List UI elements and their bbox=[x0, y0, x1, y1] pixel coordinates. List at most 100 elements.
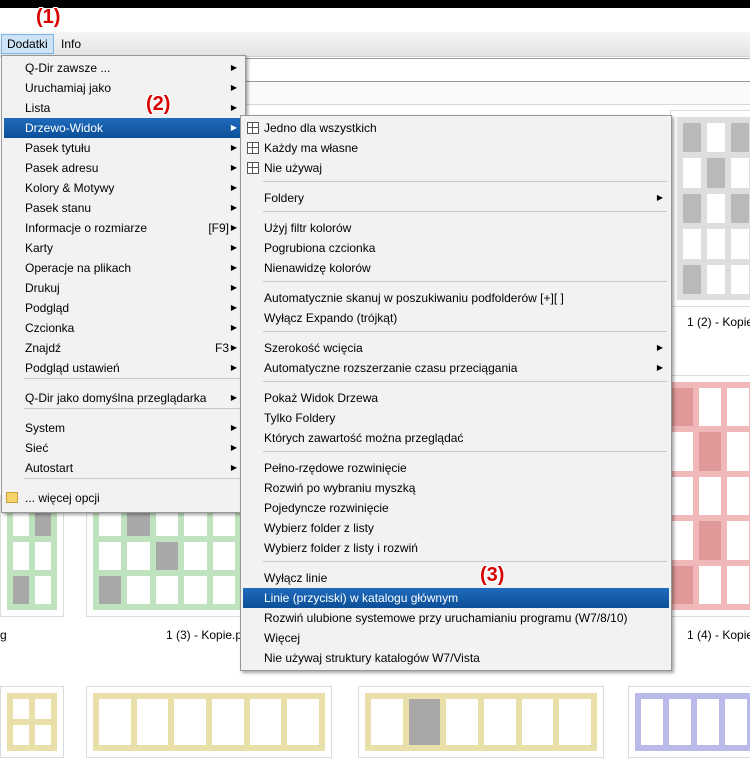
submenu-arrow-icon: ▶ bbox=[230, 83, 237, 92]
menu-separator bbox=[24, 478, 241, 479]
menu2-item-label: Pokaż Widok Drzewa bbox=[264, 391, 379, 405]
menu2-item[interactable]: Nie używaj struktury katalogów W7/Vista bbox=[243, 648, 669, 668]
menu1-item-label: Pasek adresu bbox=[25, 161, 99, 175]
menu-dodatki[interactable]: Dodatki bbox=[1, 34, 54, 54]
caption-kopie-2: 1 (2) - Kopie bbox=[687, 315, 750, 329]
menu1-item[interactable]: Podgląd ▶ bbox=[4, 298, 243, 318]
menu1-item-label: Uruchamiaj jako bbox=[25, 81, 112, 95]
menu-info[interactable]: Info bbox=[56, 35, 86, 53]
submenu-arrow-icon: ▶ bbox=[230, 283, 237, 292]
menu2-item-label: Wybierz folder z listy bbox=[264, 521, 374, 535]
menu1-item[interactable]: Czcionka ▶ bbox=[4, 318, 243, 338]
menu2-item[interactable]: Użyj filtr kolorów bbox=[243, 218, 669, 238]
menu2-item[interactable]: Nienawidzę kolorów bbox=[243, 258, 669, 278]
menu1-item[interactable]: Kolory & Motywy ▶ bbox=[4, 178, 243, 198]
menu-separator bbox=[24, 408, 241, 409]
thumbnail-yellow-3[interactable] bbox=[358, 686, 604, 758]
menu1-item-label: Pasek stanu bbox=[25, 201, 92, 215]
menu1-item-label: Drzewo-Widok bbox=[25, 121, 104, 135]
address-bar[interactable] bbox=[240, 58, 750, 82]
menu2-item[interactable]: Więcej bbox=[243, 628, 669, 648]
window-top-border bbox=[0, 0, 750, 8]
menu2-item-label: Automatycznie skanuj w poszukiwaniu podf… bbox=[264, 291, 564, 305]
menu2-item[interactable]: Automatycznie skanuj w poszukiwaniu podf… bbox=[243, 288, 669, 308]
thumbnail-blue[interactable] bbox=[628, 686, 750, 758]
menu1-item[interactable]: Pasek adresu ▶ bbox=[4, 158, 243, 178]
submenu-arrow-icon: ▶ bbox=[230, 203, 237, 212]
toolbar-strip bbox=[240, 82, 750, 105]
thumbnail-gray[interactable] bbox=[670, 110, 750, 307]
drzewo-widok-submenu: Jedno dla wszystkich Każdy ma własne Nie u… bbox=[240, 115, 672, 671]
menu2-item-label: Pełno-rzędowe rozwinięcie bbox=[264, 461, 407, 475]
menu2-item[interactable]: Tylko Foldery bbox=[243, 408, 669, 428]
tree-layout-icon bbox=[247, 142, 259, 154]
thumbnail-yellow-1[interactable] bbox=[0, 686, 64, 758]
menu1-item[interactable]: System ▶ bbox=[4, 418, 243, 438]
menu1-item[interactable]: Znajdź F3 ▶ bbox=[4, 338, 243, 358]
menu1-item[interactable]: Q-Dir zawsze ... ▶ bbox=[4, 58, 243, 78]
menu-separator bbox=[263, 451, 667, 452]
submenu-arrow-icon: ▶ bbox=[230, 123, 237, 132]
menu2-item[interactable]: Wybierz folder z listy bbox=[243, 518, 669, 538]
menu1-item[interactable]: Pasek tytułu ▶ bbox=[4, 138, 243, 158]
caption-left: g bbox=[0, 628, 7, 642]
menu1-item-label: Podgląd ustawień bbox=[25, 361, 120, 375]
menu-separator bbox=[263, 381, 667, 382]
menu2-item[interactable]: Których zawartość można przeglądać bbox=[243, 428, 669, 448]
menu1-item-label: Sieć bbox=[25, 441, 49, 455]
menu2-item[interactable]: Automatyczne rozszerzanie czasu przeciąg… bbox=[243, 358, 669, 378]
menu2-item[interactable]: Szerokość wcięcia ▶ bbox=[243, 338, 669, 358]
menu2-item-label: Wyłącz linie bbox=[264, 571, 328, 585]
menu2-item[interactable]: Wybierz folder z listy i rozwiń bbox=[243, 538, 669, 558]
menu-separator bbox=[263, 281, 667, 282]
menu1-item[interactable]: Operacje na plikach ▶ bbox=[4, 258, 243, 278]
menu2-item[interactable]: Pokaż Widok Drzewa bbox=[243, 388, 669, 408]
menu2-item-label: Tylko Foldery bbox=[264, 411, 336, 425]
thumbnail-green-left[interactable] bbox=[0, 495, 64, 617]
caption-kopie-4: 1 (4) - Kopie bbox=[687, 628, 750, 642]
menu2-item[interactable]: Każdy ma własne bbox=[243, 138, 669, 158]
menu2-item[interactable]: Pełno-rzędowe rozwinięcie bbox=[243, 458, 669, 478]
menu-separator bbox=[263, 561, 667, 562]
menu2-item[interactable]: Rozwiń ulubione systemowe przy uruchamia… bbox=[243, 608, 669, 628]
annotation-3: (3) bbox=[480, 564, 505, 586]
menu2-item[interactable]: Pogrubiona czcionka bbox=[243, 238, 669, 258]
menu2-item[interactable]: Wyłącz linie bbox=[243, 568, 669, 588]
menu1-item[interactable]: Karty ▶ bbox=[4, 238, 243, 258]
menu1-item[interactable]: ... więcej opcji bbox=[4, 488, 243, 508]
menu1-item[interactable]: Drzewo-Widok ▶ bbox=[4, 118, 243, 138]
menu1-item-label: Lista bbox=[25, 101, 51, 115]
menu1-item-label: ... więcej opcji bbox=[25, 491, 100, 505]
menu2-item[interactable]: Linie (przyciski) w katalogu głównym bbox=[243, 588, 669, 608]
menu2-item-label: Których zawartość można przeglądać bbox=[264, 431, 464, 445]
submenu-arrow-icon: ▶ bbox=[230, 63, 237, 72]
menu1-item[interactable]: Informacje o rozmiarze [F9] ▶ bbox=[4, 218, 243, 238]
menu2-item[interactable]: Pojedyncze rozwinięcie bbox=[243, 498, 669, 518]
menu1-item[interactable]: Drukuj ▶ bbox=[4, 278, 243, 298]
menu2-item-label: Jedno dla wszystkich bbox=[264, 121, 377, 135]
menu2-item-label: Rozwiń ulubione systemowe przy uruchamia… bbox=[264, 611, 628, 625]
menu1-item[interactable]: Sieć ▶ bbox=[4, 438, 243, 458]
menu2-item[interactable]: Foldery ▶ bbox=[243, 188, 669, 208]
menu1-item-label: Znajdź bbox=[25, 341, 62, 355]
menu1-item[interactable]: Pasek stanu ▶ bbox=[4, 198, 243, 218]
menu2-item[interactable]: Rozwiń po wybraniu myszką bbox=[243, 478, 669, 498]
menu1-item[interactable]: Lista ▶ bbox=[4, 98, 243, 118]
menu2-item-label: Automatyczne rozszerzanie czasu przeciąg… bbox=[264, 361, 518, 375]
menu2-item[interactable]: Jedno dla wszystkich bbox=[243, 118, 669, 138]
submenu-arrow-icon: ▶ bbox=[230, 443, 237, 452]
caption-kopie-3: 1 (3) - Kopie.p bbox=[166, 628, 243, 642]
menu1-item[interactable]: Uruchamiaj jako ▶ bbox=[4, 78, 243, 98]
menu2-item[interactable]: Wyłącz Expando (trójkąt) bbox=[243, 308, 669, 328]
menu2-item[interactable]: Nie używaj bbox=[243, 158, 669, 178]
submenu-arrow-icon: ▶ bbox=[230, 423, 237, 432]
menu1-item[interactable]: Q-Dir jako domyślna przeglądarka ▶ bbox=[4, 388, 243, 408]
menu2-item-label: Rozwiń po wybraniu myszką bbox=[264, 481, 416, 495]
menu1-item[interactable]: Autostart ▶ bbox=[4, 458, 243, 478]
menu1-item[interactable]: Podgląd ustawień ▶ bbox=[4, 358, 243, 378]
submenu-arrow-icon: ▶ bbox=[656, 343, 663, 352]
menu-separator bbox=[263, 331, 667, 332]
thumbnail-yellow-2[interactable] bbox=[86, 686, 332, 758]
menu1-item-label: System bbox=[25, 421, 66, 435]
thumbnail-green[interactable] bbox=[86, 495, 248, 617]
